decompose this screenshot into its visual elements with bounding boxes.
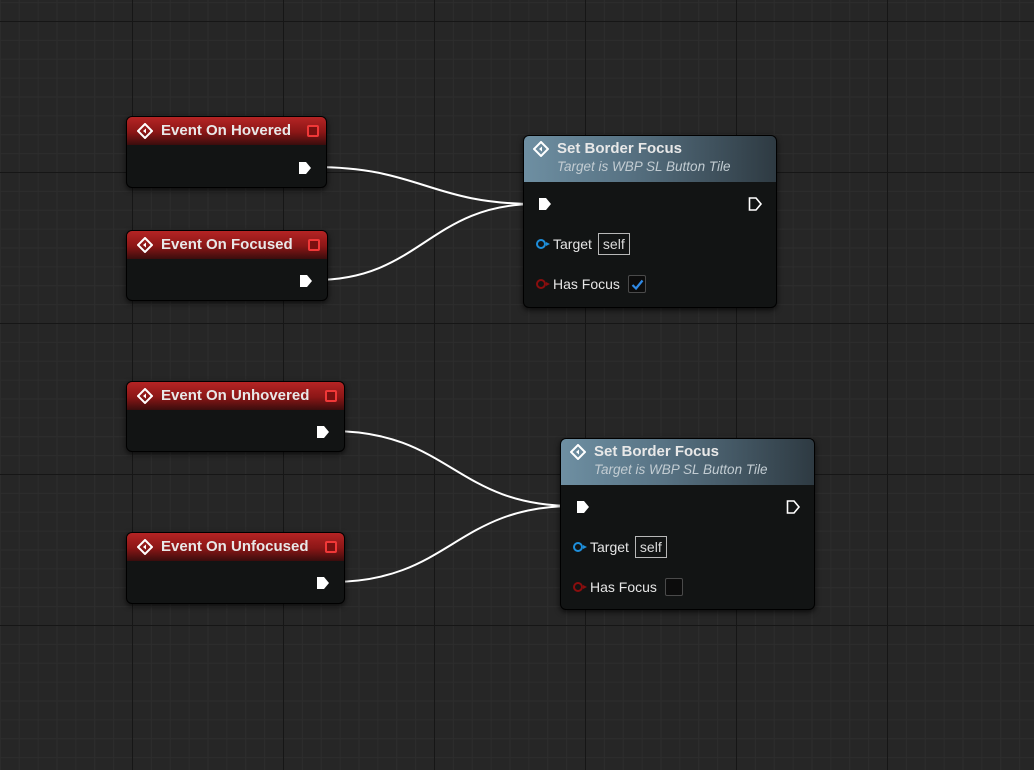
function-node-set-border-focus-1[interactable]: Set Border Focus Target is WBP SL Button… (523, 135, 777, 308)
exec-wire-hovered (313, 166, 537, 205)
exec-input-pin-icon[interactable] (575, 499, 591, 515)
event-diamond-icon (137, 237, 153, 253)
exec-input-pin-icon[interactable] (537, 196, 553, 212)
delegate-pin-icon[interactable] (325, 541, 337, 553)
node-header[interactable]: Set Border Focus Target is WBP SL Button… (524, 136, 776, 182)
has-focus-label: Has Focus (590, 579, 657, 595)
event-node-on-unfocused[interactable]: Event On Unfocused (126, 532, 345, 604)
delegate-pin-icon[interactable] (307, 125, 319, 137)
exec-wire-focused (314, 203, 537, 281)
checkmark-icon (631, 279, 644, 291)
node-title: Event On Unfocused (161, 538, 309, 555)
node-title: Event On Focused (161, 236, 293, 253)
object-pin-icon[interactable] (573, 542, 587, 552)
function-diamond-icon (570, 444, 586, 460)
target-pin-row[interactable]: Target self (573, 536, 667, 558)
delegate-pin-icon[interactable] (325, 390, 337, 402)
exec-pin-icon[interactable] (297, 160, 313, 176)
object-pin-icon[interactable] (536, 239, 550, 249)
node-subtitle: Target is WBP SL Button Tile (594, 462, 768, 477)
has-focus-checkbox[interactable] (664, 578, 683, 596)
delegate-pin-icon[interactable] (308, 239, 320, 251)
node-header[interactable]: Event On Hovered (127, 117, 326, 145)
exec-output-pin-icon[interactable] (747, 196, 763, 212)
function-diamond-icon (533, 141, 549, 157)
event-diamond-icon (137, 539, 153, 555)
target-label: Target (553, 236, 592, 252)
node-header[interactable]: Event On Focused (127, 231, 327, 259)
target-label: Target (590, 539, 629, 555)
has-focus-pin-row[interactable]: Has Focus (573, 578, 683, 596)
exec-pin-icon[interactable] (315, 424, 331, 440)
exec-pin-icon[interactable] (315, 575, 331, 591)
node-header[interactable]: Event On Unfocused (127, 533, 344, 561)
event-node-on-hovered[interactable]: Event On Hovered (126, 116, 327, 188)
node-header[interactable]: Event On Unhovered (127, 382, 344, 410)
function-node-set-border-focus-2[interactable]: Set Border Focus Target is WBP SL Button… (560, 438, 815, 610)
event-diamond-icon (137, 388, 153, 404)
node-title: Set Border Focus (594, 443, 720, 460)
node-subtitle: Target is WBP SL Button Tile (557, 159, 731, 174)
bool-pin-icon[interactable] (573, 582, 587, 592)
has-focus-pin-row[interactable]: Has Focus (536, 275, 646, 293)
node-title: Event On Hovered (161, 122, 292, 139)
event-node-on-focused[interactable]: Event On Focused (126, 230, 328, 301)
target-pin-row[interactable]: Target self (536, 233, 630, 255)
exec-pin-icon[interactable] (298, 273, 314, 289)
exec-output-pin-icon[interactable] (785, 499, 801, 515)
exec-wire-unfocused (330, 505, 575, 583)
has-focus-checkbox[interactable] (627, 275, 646, 293)
target-self-field[interactable]: self (597, 233, 630, 255)
node-title: Event On Unhovered (161, 387, 310, 404)
target-self-field[interactable]: self (634, 536, 667, 558)
has-focus-label: Has Focus (553, 276, 620, 292)
node-title: Set Border Focus (557, 140, 683, 157)
node-header[interactable]: Set Border Focus Target is WBP SL Button… (561, 439, 814, 485)
event-diamond-icon (137, 123, 153, 139)
bool-pin-icon[interactable] (536, 279, 550, 289)
exec-wire-unhovered (330, 430, 575, 507)
event-node-on-unhovered[interactable]: Event On Unhovered (126, 381, 345, 452)
